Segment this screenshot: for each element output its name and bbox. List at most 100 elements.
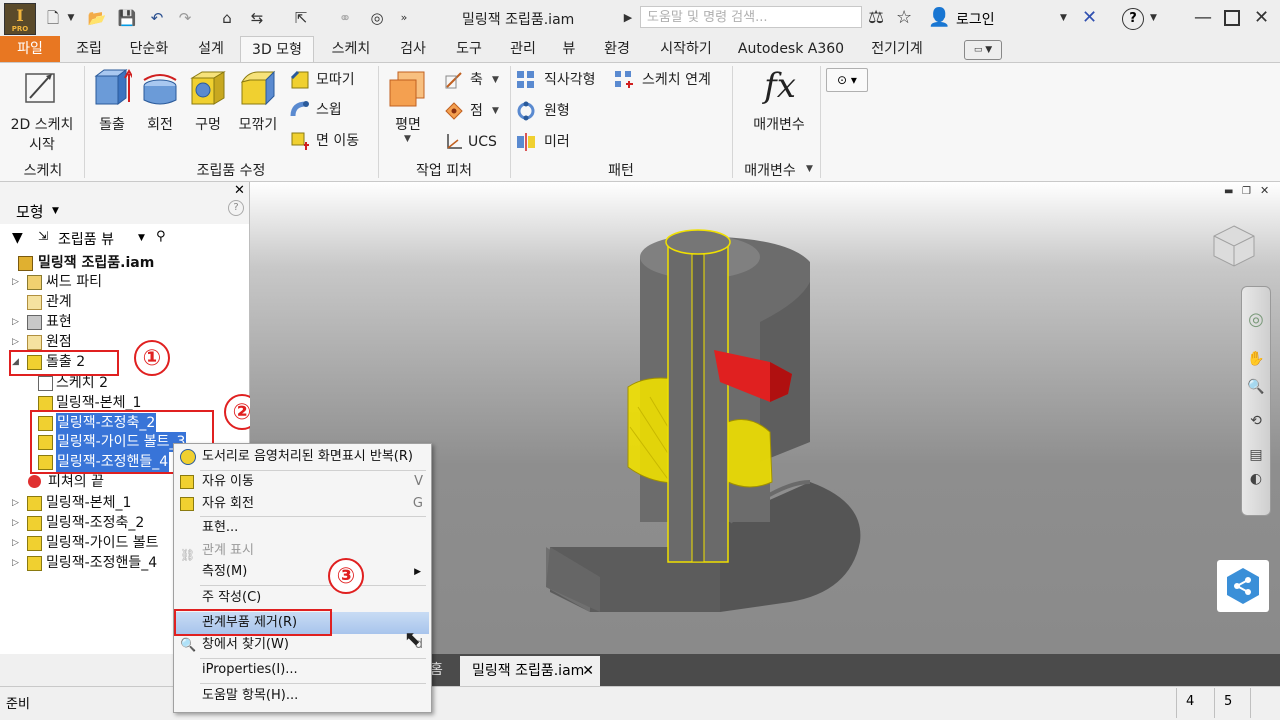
look-at-icon[interactable]: ▤ [1242, 447, 1270, 463]
start-2d-sketch-button[interactable] [18, 70, 64, 110]
rectangular-pattern-button[interactable]: 직사각형 [544, 68, 596, 92]
expand-icon[interactable]: ▷ [12, 533, 19, 553]
sweep-icon[interactable] [290, 100, 310, 120]
expand-icon[interactable]: ▷ [12, 332, 19, 352]
new-dropdown-icon[interactable]: ▼ [66, 8, 76, 28]
circular-pattern-button[interactable]: 원형 [544, 99, 570, 123]
expand-icon[interactable]: ▷ [12, 272, 19, 292]
tab-tools[interactable]: 도구 [444, 36, 494, 62]
open-folder-icon[interactable]: 📂 [86, 8, 108, 28]
mirror-icon[interactable] [516, 132, 536, 152]
share-button[interactable] [1217, 560, 1269, 612]
tab-sketch[interactable]: 스케치 [320, 36, 382, 62]
zoom-icon[interactable]: 🔍 [1242, 379, 1270, 395]
tab-document[interactable]: 밀링잭 조립품.iam ✕ [460, 656, 600, 686]
update-icon[interactable]: ⇆ [246, 8, 268, 28]
rectangular-pattern-icon[interactable] [516, 70, 536, 90]
mirror-button[interactable]: 미러 [544, 130, 570, 154]
plane-button[interactable] [388, 70, 428, 110]
axis-button[interactable]: 축 [470, 68, 483, 92]
help-search-input[interactable]: 도움말 및 명령 검색... [640, 6, 862, 28]
help-icon[interactable]: ? [1122, 8, 1144, 30]
point-icon[interactable] [444, 101, 464, 121]
subscription-icon[interactable]: ⚖ [868, 7, 884, 29]
favorite-star-icon[interactable]: ☆ [896, 7, 912, 29]
browser-help-icon[interactable]: ? [228, 200, 244, 216]
sketch-link-button[interactable]: 스케치 연계 [642, 68, 711, 92]
tab-home[interactable]: 홈 [430, 654, 458, 686]
tab-view[interactable]: 뷰 [552, 36, 586, 62]
overflow-icon[interactable]: » [396, 8, 412, 28]
expand-icon[interactable]: ▷ [12, 312, 19, 332]
tab-simplify[interactable]: 단순화 [118, 36, 180, 62]
app-logo-icon[interactable]: I PRO [4, 3, 36, 35]
expand-icon[interactable]: ▷ [12, 553, 19, 573]
exchange-icon[interactable]: ✕ [1082, 7, 1097, 29]
tree-item-third-party[interactable]: ▷ 써드 파티 [12, 272, 242, 292]
maximize-icon[interactable] [1224, 10, 1240, 26]
find-binoculars-icon[interactable]: ⚲ [156, 229, 166, 244]
sweep-button[interactable]: 스윕 [316, 98, 342, 122]
parameters-panel-dropdown-icon[interactable]: ▼ [806, 164, 813, 174]
browser-title[interactable]: 모형 [16, 201, 44, 222]
move-face-icon[interactable] [290, 131, 310, 151]
steering-wheel-icon[interactable]: ◎ [1242, 309, 1270, 330]
tab-electromechanical[interactable]: 전기기계 [858, 36, 936, 62]
pan-hand-icon[interactable]: ✋ [1242, 351, 1270, 367]
tab-a360[interactable]: Autodesk A360 [732, 36, 850, 62]
chamfer-button[interactable]: 모따기 [316, 68, 355, 92]
viewport-close-icon[interactable]: ✕ [1260, 184, 1269, 197]
browser-close-icon[interactable]: ✕ [234, 183, 245, 198]
select-icon[interactable]: ⇱ [290, 8, 312, 28]
axis-icon[interactable] [444, 70, 464, 90]
menu-item-free-move[interactable]: 자유 이동 V [174, 471, 429, 493]
tree-item-representations[interactable]: ▷ 표현 [12, 312, 242, 332]
undo-icon[interactable]: ↶ [146, 8, 168, 28]
material-icon[interactable]: ⚭ [334, 8, 356, 28]
axis-dropdown-icon[interactable]: ▼ [492, 75, 499, 85]
ribbon-extra-dropdown-icon[interactable]: ⊙ ▾ [826, 68, 868, 92]
tree-item-sketch-2[interactable]: 스케치 2 [38, 373, 238, 393]
menu-item-create-note[interactable]: 주 작성(C) [174, 587, 429, 609]
menu-item-find-in-window[interactable]: 🔍 창에서 찾기(W) d [174, 634, 429, 656]
tab-get-started[interactable]: 시작하기 [648, 36, 724, 62]
search-arrow-icon[interactable]: ▶ [620, 8, 636, 28]
new-file-icon[interactable]: 🗋 [42, 8, 64, 28]
menu-item-help[interactable]: 도움말 항목(H)... [174, 685, 429, 707]
ucs-icon[interactable] [444, 132, 464, 152]
tree-item-origin[interactable]: ▷ 원점 [12, 332, 242, 352]
appearance-icon[interactable]: ◎ [366, 8, 388, 28]
tab-file[interactable]: 파일 [0, 36, 60, 62]
tab-close-icon[interactable]: ✕ [582, 656, 594, 686]
menu-item-show-relationships[interactable]: ⛓ 관계 표시 [174, 540, 429, 562]
menu-item-measure[interactable]: 측정(M) ▶ [174, 561, 429, 583]
login-dropdown-icon[interactable]: ▼ [1060, 7, 1067, 29]
plane-dropdown-icon[interactable]: ▼ [404, 134, 411, 144]
extrude-button[interactable] [92, 68, 134, 110]
view-dropdown-icon[interactable]: ▼ [138, 233, 145, 243]
tab-3d-model[interactable]: 3D 모형 [240, 36, 314, 62]
circular-pattern-icon[interactable] [516, 101, 536, 121]
close-icon[interactable]: ✕ [1254, 7, 1269, 29]
fillet-button[interactable] [238, 68, 278, 110]
viewport-restore-icon[interactable]: ❐ [1242, 186, 1251, 197]
tab-inspect[interactable]: 검사 [388, 36, 438, 62]
help-dropdown-icon[interactable]: ▼ [1150, 7, 1157, 29]
tab-manage[interactable]: 관리 [500, 36, 546, 62]
browser-title-dropdown-icon[interactable]: ▼ [52, 206, 59, 216]
menu-item-free-rotate[interactable]: 자유 회전 G [174, 493, 429, 515]
sketch-link-icon[interactable] [614, 70, 634, 90]
ucs-button[interactable]: UCS [468, 130, 497, 154]
tab-environment[interactable]: 환경 [592, 36, 642, 62]
move-face-button[interactable]: 면 이동 [316, 129, 359, 153]
menu-item-repeat[interactable]: 도서리로 음영처리된 화면표시 반복(R) [174, 446, 429, 468]
orbit-icon[interactable]: ⟲ [1242, 413, 1270, 429]
expand-icon[interactable]: ▷ [12, 493, 19, 513]
appearance-nav-icon[interactable]: ◐ [1242, 471, 1270, 487]
home-icon[interactable]: ⌂ [216, 8, 238, 28]
revolve-button[interactable] [140, 68, 180, 110]
save-icon[interactable]: 💾 [116, 8, 138, 28]
hole-button[interactable] [188, 68, 228, 110]
menu-item-iproperties[interactable]: iProperties(I)... [174, 659, 429, 681]
menu-item-representation[interactable]: 표현... [174, 517, 429, 539]
